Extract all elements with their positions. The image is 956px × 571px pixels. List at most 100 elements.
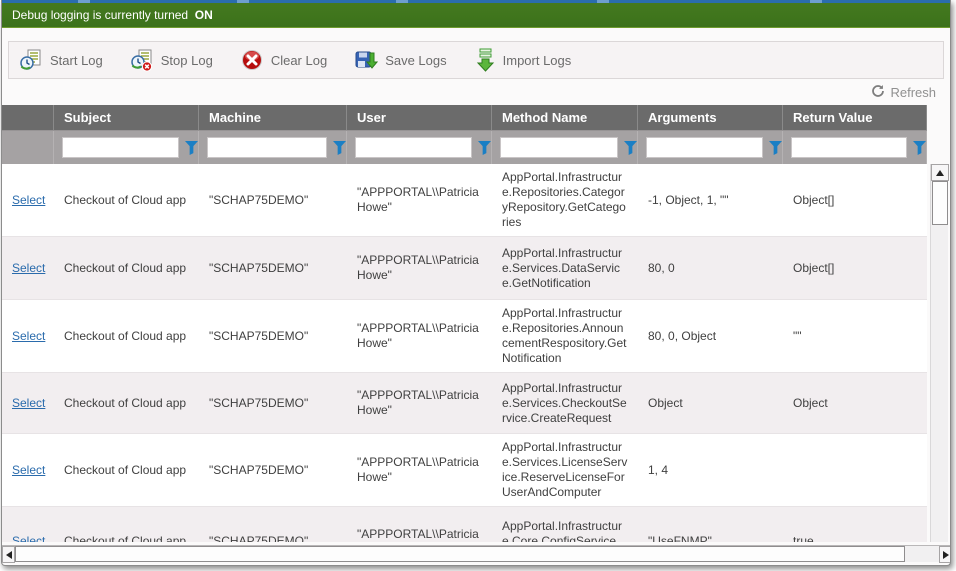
filter-cell-blank	[2, 131, 54, 164]
table-row: Select Checkout of Cloud app "SCHAP75DEM…	[2, 434, 927, 507]
cell-machine: "SCHAP75DEMO"	[199, 323, 347, 350]
cell-arguments: -1, Object, 1, ""	[638, 187, 783, 214]
column-header-machine[interactable]: Machine	[199, 105, 347, 130]
cell-subject: Checkout of Cloud app	[54, 323, 199, 350]
column-header-subject[interactable]: Subject	[54, 105, 199, 130]
scroll-left-button[interactable]	[2, 546, 15, 563]
column-header-method-name[interactable]: Method Name	[492, 105, 638, 130]
table-row: Select Checkout of Cloud app "SCHAP75DEM…	[2, 237, 927, 300]
grid-filter-row	[2, 130, 927, 164]
window-top-accent	[2, 0, 950, 3]
cell-arguments: 1, 4	[638, 457, 783, 484]
arguments-filter-input[interactable]	[646, 137, 763, 158]
user-filter-icon[interactable]	[478, 141, 491, 155]
select-link[interactable]: Select	[12, 261, 45, 275]
select-link[interactable]: Select	[12, 463, 45, 477]
refresh-label: Refresh	[890, 85, 936, 100]
cell-machine: "SCHAP75DEMO"	[199, 255, 347, 282]
cell-return-value: Object[]	[783, 187, 927, 214]
method-name-filter-input[interactable]	[500, 137, 618, 158]
cell-user: "APPPORTAL\\PatriciaHowe"	[347, 179, 492, 221]
select-link[interactable]: Select	[12, 329, 45, 343]
filter-cell-method-name	[492, 131, 638, 164]
subject-filter-icon[interactable]	[185, 141, 198, 155]
cell-subject: Checkout of Cloud app	[54, 390, 199, 417]
cell-subject: Checkout of Cloud app	[54, 457, 199, 484]
return-value-filter-icon[interactable]	[913, 141, 926, 155]
log-toolbar: Start Log Stop Log	[8, 41, 944, 79]
cell-return-value: Object[]	[783, 255, 927, 282]
start-log-button[interactable]: Start Log	[19, 48, 103, 72]
horizontal-scroll-track[interactable]	[905, 546, 939, 562]
filter-cell-subject	[54, 131, 199, 164]
column-header-return-value[interactable]: Return Value	[783, 105, 927, 130]
cell-return-value: true	[783, 528, 927, 542]
select-link[interactable]: Select	[12, 396, 45, 410]
cell-method-name: AppPortal.Infrastructure.Services.Licens…	[492, 434, 638, 506]
scroll-up-button[interactable]	[931, 164, 949, 181]
machine-filter-input[interactable]	[207, 137, 327, 158]
refresh-icon	[871, 84, 885, 101]
method-name-filter-icon[interactable]	[624, 141, 637, 155]
table-row: Select Checkout of Cloud app "SCHAP75DEM…	[2, 507, 927, 542]
scroll-right-button[interactable]	[939, 546, 951, 563]
return-value-filter-input[interactable]	[791, 137, 907, 158]
cell-arguments: Object	[638, 390, 783, 417]
cell-user: "APPPORTAL\\PatriciaHowe"	[347, 382, 492, 424]
cell-user: "APPPORTAL\\PatriciaHowe"	[347, 315, 492, 357]
cell-machine: "SCHAP75DEMO"	[199, 390, 347, 417]
save-logs-label: Save Logs	[385, 53, 446, 68]
filter-cell-return-value	[783, 131, 927, 164]
select-link[interactable]: Select	[12, 193, 45, 207]
machine-filter-icon[interactable]	[333, 141, 346, 155]
start-log-label: Start Log	[50, 53, 103, 68]
cell-machine: "SCHAP75DEMO"	[199, 187, 347, 214]
vertical-scroll-thumb[interactable]	[932, 181, 948, 225]
column-header-arguments[interactable]: Arguments	[638, 105, 783, 130]
up-arrow-icon	[936, 170, 944, 176]
cell-user: "APPPORTAL\\PatriciaHowe"	[347, 521, 492, 543]
filter-cell-arguments	[638, 131, 783, 164]
column-header-blank	[2, 105, 54, 130]
save-logs-button[interactable]: Save Logs	[354, 48, 446, 72]
horizontal-scrollbar[interactable]	[2, 545, 951, 562]
stop-log-label: Stop Log	[161, 53, 213, 68]
vertical-scrollbar[interactable]	[930, 164, 948, 542]
cell-method-name: AppPortal.Infrastructure.Repositories.Ca…	[492, 164, 638, 236]
cell-user: "APPPORTAL\\PatriciaHowe"	[347, 247, 492, 289]
horizontal-scroll-thumb[interactable]	[15, 546, 905, 562]
debug-log-window: Debug logging is currently turned ON Sta…	[1, 0, 951, 566]
left-arrow-icon	[6, 551, 12, 559]
stop-log-button[interactable]: Stop Log	[130, 48, 213, 72]
stop-log-icon	[130, 48, 154, 72]
cell-method-name: AppPortal.Infrastructure.Repositories.An…	[492, 300, 638, 372]
clear-log-button[interactable]: Clear Log	[240, 48, 327, 72]
cell-method-name: AppPortal.Infrastructure.Core.ConfigServ…	[492, 513, 638, 542]
cell-machine: "SCHAP75DEMO"	[199, 457, 347, 484]
user-filter-input[interactable]	[355, 137, 472, 158]
column-header-user[interactable]: User	[347, 105, 492, 130]
cell-return-value	[783, 464, 927, 476]
cell-arguments: 80, 0	[638, 255, 783, 282]
cell-subject: Checkout of Cloud app	[54, 255, 199, 282]
cell-machine: "SCHAP75DEMO"	[199, 528, 347, 542]
log-grid: Subject Machine User Method Name Argumen…	[2, 105, 927, 542]
debug-status-banner: Debug logging is currently turned ON	[2, 3, 950, 28]
grid-header-row: Subject Machine User Method Name Argumen…	[2, 105, 927, 130]
cell-arguments: "UseFNMP"	[638, 528, 783, 542]
subject-filter-input[interactable]	[62, 137, 179, 158]
refresh-button[interactable]: Refresh	[871, 84, 936, 101]
import-logs-label: Import Logs	[503, 53, 572, 68]
start-log-icon	[19, 48, 43, 72]
filter-cell-user	[347, 131, 492, 164]
cell-subject: Checkout of Cloud app	[54, 528, 199, 542]
banner-text: Debug logging is currently turned	[12, 8, 188, 22]
banner-status: ON	[195, 8, 213, 22]
import-logs-button[interactable]: Import Logs	[474, 48, 572, 72]
select-link[interactable]: Select	[12, 534, 45, 542]
refresh-bar: Refresh	[2, 79, 950, 105]
cell-subject: Checkout of Cloud app	[54, 187, 199, 214]
table-row: Select Checkout of Cloud app "SCHAP75DEM…	[2, 373, 927, 434]
arguments-filter-icon[interactable]	[769, 141, 782, 155]
clear-log-label: Clear Log	[271, 53, 327, 68]
